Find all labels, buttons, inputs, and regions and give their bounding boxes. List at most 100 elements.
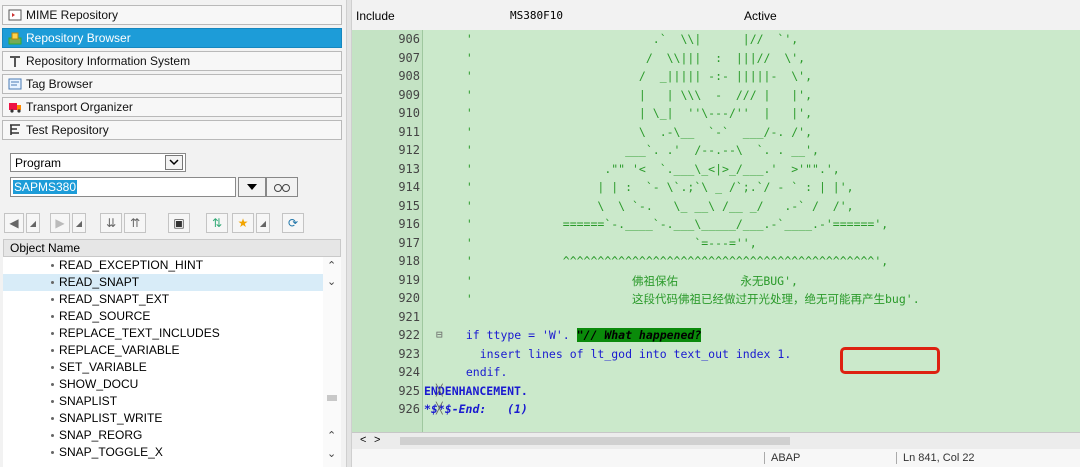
nav-repository-browser[interactable]: Repository Browser xyxy=(2,28,342,48)
object-list-item[interactable]: SNAP_TOGGLE_X xyxy=(3,444,323,461)
object-list-item[interactable]: READ_EXCEPTION_HINT xyxy=(3,257,323,274)
marker-icon: ╳ xyxy=(436,402,443,415)
code-line: ' \ .-\__ `-` ___/-. /', xyxy=(452,124,813,139)
object-name-input[interactable]: SAPMS380 xyxy=(10,177,236,197)
forward-button[interactable]: ▶ xyxy=(50,213,70,233)
chevron-down-icon[interactable]: ⌄ xyxy=(327,447,336,460)
language-indicator: ABAP xyxy=(764,452,800,464)
fold-toggle-icon[interactable]: ⊟ xyxy=(436,328,443,341)
code-editor[interactable]: 906 ' .` \\| |// `', 907 ' / \\||| : |||/… xyxy=(352,30,1080,432)
chevron-up-icon[interactable]: ⌃ xyxy=(327,429,336,442)
nav-transport-organizer[interactable]: Transport Organizer xyxy=(2,97,342,117)
line-number: 925 xyxy=(398,383,420,398)
line-number: 906 xyxy=(398,32,420,46)
line-number: 911 xyxy=(398,124,420,139)
chevron-up-icon[interactable]: ⌃ xyxy=(327,259,336,272)
line-number: 922 xyxy=(398,328,420,342)
line-number: 910 xyxy=(398,106,420,120)
line-number: 916 xyxy=(398,217,420,231)
status-bar: ABAP Ln 841, Col 22 xyxy=(352,449,1080,467)
chevron-down-icon[interactable] xyxy=(165,155,183,170)
object-list-item[interactable]: SET_VARIABLE xyxy=(3,359,323,376)
object-list-item[interactable]: READ_SOURCE xyxy=(3,308,323,325)
editor-panel: Include MS380F10 Active 906 ' .` \\| |//… xyxy=(352,0,1080,467)
highlighted-comment: "// What happened? xyxy=(576,328,702,342)
code-line: ' .` \\| |// `', xyxy=(452,32,799,46)
refresh-icon: ⟳ xyxy=(287,216,299,230)
browser-icon xyxy=(8,31,22,45)
object-list-scrollbar[interactable]: ⌃ ⌄ ⌃ ⌄ xyxy=(323,257,341,467)
nav-test-repository[interactable]: Test Repository xyxy=(2,120,342,140)
hscroll-thumb[interactable] xyxy=(400,437,790,445)
test-icon xyxy=(8,123,22,137)
line-number: 915 xyxy=(398,198,420,213)
code-line: ' | | \\\ - /// | |', xyxy=(452,87,813,102)
expand-all-button[interactable]: ⇊ xyxy=(100,213,122,233)
small-arrow-icon: ◢ xyxy=(75,218,83,228)
scroll-thumb[interactable] xyxy=(327,395,337,401)
find-button[interactable]: ▣ xyxy=(168,213,190,233)
display-button[interactable] xyxy=(266,177,298,197)
small-arrow-icon: ◢ xyxy=(29,218,37,228)
favorites-menu-button[interactable]: ◢ xyxy=(256,213,270,233)
code-line: insert lines of lt_god into text_out ind… xyxy=(452,346,792,361)
line-number: 926 xyxy=(398,402,420,416)
hierarchy-icon: ⇅ xyxy=(211,216,223,230)
code-line: ' 佛祖保佑 永无BUG', xyxy=(452,273,798,288)
truck-icon xyxy=(8,100,22,114)
object-list-item[interactable]: SHOW_DOCU xyxy=(3,376,323,393)
nav-repository-info-system[interactable]: Repository Information System xyxy=(2,51,342,71)
chevron-right-icon[interactable]: > xyxy=(374,434,380,446)
expand-icon: ⇊ xyxy=(105,216,117,230)
line-number: 913 xyxy=(398,161,420,176)
object-name-label: MS380F10 xyxy=(510,9,563,22)
mime-icon xyxy=(8,8,22,22)
object-kind-label: Include xyxy=(356,9,395,23)
code-line: ' | | : `- \`.;`\ _ /`;.`/ - ` : | |', xyxy=(452,180,854,194)
object-list-item[interactable]: REPLACE_VARIABLE xyxy=(3,342,323,359)
line-number: 914 xyxy=(398,180,420,194)
triangle-down-icon xyxy=(247,184,257,190)
info-system-icon xyxy=(8,54,22,68)
star-icon: ★ xyxy=(237,216,249,230)
editor-header: Include MS380F10 Active xyxy=(352,4,1080,28)
object-list-item[interactable]: READ_SNAPT_EXT xyxy=(3,291,323,308)
back-menu-button[interactable]: ◢ xyxy=(26,213,40,233)
collapse-all-button[interactable]: ⇈ xyxy=(124,213,146,233)
object-list-item[interactable]: SNAPLIST_WRITE xyxy=(3,410,323,427)
chevron-down-icon[interactable]: ⌄ xyxy=(327,275,336,288)
hierarchy-button[interactable]: ⇅ xyxy=(206,213,228,233)
object-list-item[interactable]: READ_SNAPT xyxy=(3,274,323,291)
line-number: 924 xyxy=(398,365,420,379)
object-list-item[interactable]: REPLACE_TEXT_INCLUDES xyxy=(3,325,323,342)
dropdown-button[interactable] xyxy=(238,177,266,197)
code-line: ' \ \ `-. \_ __\ /__ _/ .-` / /', xyxy=(452,198,854,213)
line-number: 920 xyxy=(398,291,420,305)
favorites-button[interactable]: ★ xyxy=(232,213,254,233)
object-state-label: Active xyxy=(744,9,777,23)
binoculars-icon: ▣ xyxy=(173,216,185,230)
small-arrow-icon: ◢ xyxy=(259,218,267,228)
code-line: ' 这段代码佛祖已经做过开光处理，绝无可能再产生bug'. xyxy=(452,292,920,306)
arrow-right-icon: ▶ xyxy=(55,216,65,230)
forward-menu-button[interactable]: ◢ xyxy=(72,213,86,233)
line-number: 917 xyxy=(398,235,420,250)
line-number: 909 xyxy=(398,87,420,102)
object-list: READ_EXCEPTION_HINT READ_SNAPT READ_SNAPT_… xyxy=(3,257,323,467)
left-panel: MIME Repository Repository Browser Repos… xyxy=(0,0,346,467)
code-line: ' ___`. .' /--.--\ `. . __', xyxy=(452,143,819,157)
line-number: 912 xyxy=(398,143,420,157)
object-list-item[interactable]: SNAPLIST xyxy=(3,393,323,410)
nav-mime-repository[interactable]: MIME Repository xyxy=(2,5,342,25)
line-number: 919 xyxy=(398,272,420,287)
object-list-item[interactable]: SNAP_REORG xyxy=(3,427,323,444)
object-list-header: Object Name xyxy=(3,239,341,257)
object-type-select[interactable]: Program xyxy=(10,153,186,172)
editor-hscroll[interactable]: < > xyxy=(352,432,1080,449)
chevron-left-icon[interactable]: < xyxy=(360,434,366,446)
line-number: 923 xyxy=(398,346,420,361)
nav-tag-browser[interactable]: Tag Browser xyxy=(2,74,342,94)
refresh-button[interactable]: ⟳ xyxy=(282,213,304,233)
back-button[interactable]: ◀ xyxy=(4,213,24,233)
arrow-left-icon: ◀ xyxy=(9,216,19,230)
